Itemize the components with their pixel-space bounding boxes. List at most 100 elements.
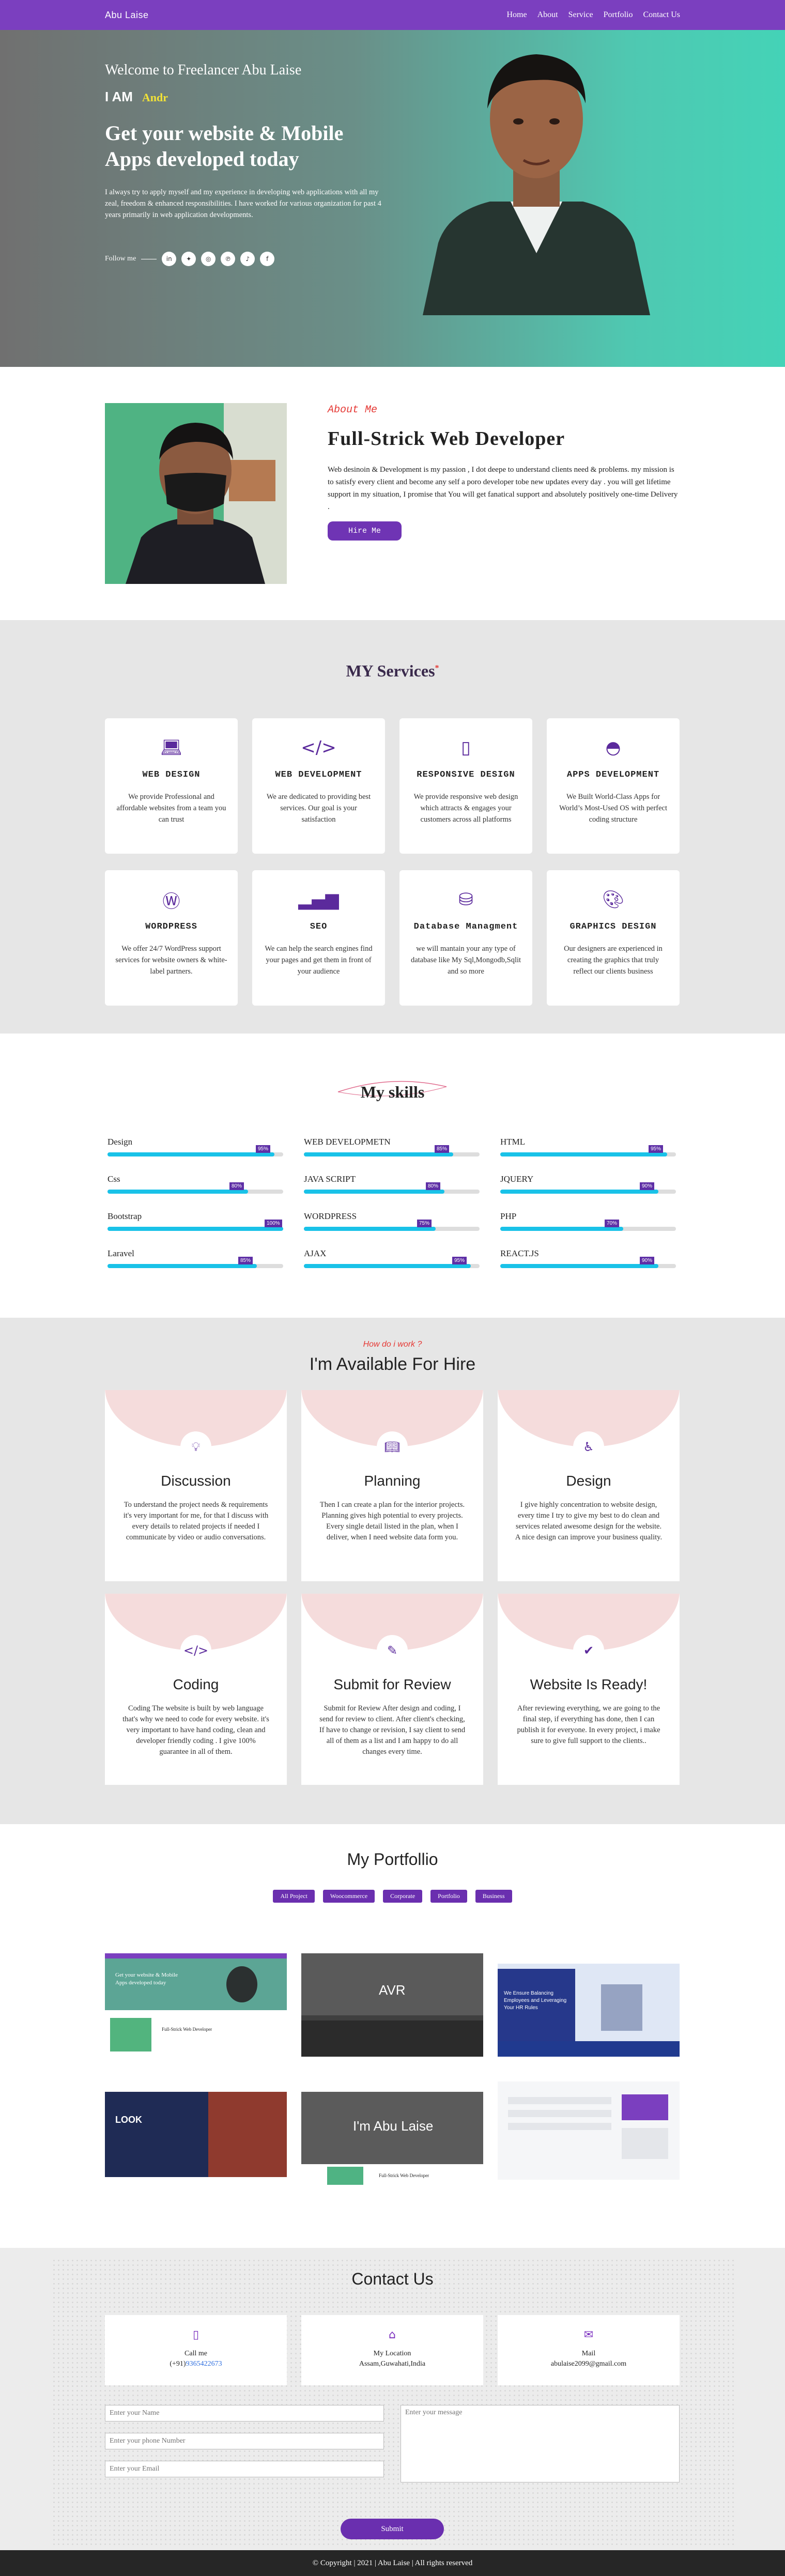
follow-me: Follow me in ✦ ◎ ℗ ♪ f: [105, 252, 394, 266]
top-navbar: Abu Laise Home About Service Portfolio C…: [0, 0, 785, 30]
portfolio-thumbnail: We Ensure Balancing Employees and Levera…: [498, 1953, 680, 2057]
nav-link-contact[interactable]: Contact Us: [643, 10, 680, 20]
twitter-icon[interactable]: ✦: [181, 252, 196, 266]
mobile-icon: ▯: [461, 737, 471, 758]
service-text: we will mantain your any type of databas…: [410, 945, 521, 976]
follow-label: Follow me: [105, 255, 136, 263]
filter-business[interactable]: Business: [475, 1890, 512, 1903]
phone-input[interactable]: [105, 2433, 384, 2449]
nav-link-service[interactable]: Service: [568, 10, 593, 20]
chart-icon: ▂▄▆: [298, 889, 339, 910]
skill-progress-bar: 85%: [304, 1145, 480, 1156]
portfolio-item[interactable]: I'm Abu Laise Full-Strick Web Developer: [301, 2081, 483, 2185]
process-step-title: Coding: [173, 1676, 219, 1692]
process-card: </> Coding Coding The website is built by …: [105, 1594, 287, 1785]
portfolio-item[interactable]: [498, 2081, 680, 2185]
about-section: About Me Full-Strick Web Developer Web d…: [0, 367, 785, 620]
process-step-text: To understand the project needs & requir…: [123, 1501, 269, 1541]
filter-corporate[interactable]: Corporate: [383, 1890, 423, 1903]
message-input[interactable]: [401, 2405, 680, 2482]
portfolio-item[interactable]: Get your website & Mobile Apps developed…: [105, 1953, 287, 2057]
portfolio-item[interactable]: AVR: [301, 1953, 483, 2057]
database-icon: ⛁: [458, 889, 473, 910]
linkedin-icon[interactable]: in: [162, 252, 177, 266]
contact-email[interactable]: abulaise2099@gmail.com: [498, 2360, 680, 2368]
skill-percent: 95%: [649, 1145, 664, 1153]
service-title: APPS DEVELOPMENT: [566, 770, 660, 780]
nav-link-portfolio[interactable]: Portfolio: [604, 10, 633, 20]
skill-item: WEB DEVELOPMETN 85%: [304, 1137, 480, 1156]
process-step-text: Then I can create a plan for the interio…: [319, 1501, 465, 1541]
skill-percent: 85%: [435, 1145, 450, 1153]
service-card[interactable]: ▯ RESPONSIVE DESIGN We provide responsive …: [399, 718, 532, 854]
skill-progress-bar: 95%: [107, 1145, 283, 1156]
code-icon: </>: [180, 1635, 211, 1666]
nav-link-about[interactable]: About: [537, 10, 558, 20]
skill-progress-bar: 85%: [107, 1257, 283, 1268]
skill-percent: 70%: [605, 1220, 620, 1227]
skill-progress-fill: [500, 1152, 667, 1156]
hire-me-button[interactable]: Hire Me: [328, 521, 402, 541]
service-text: We provide Professional and affordable w…: [116, 793, 226, 824]
service-title: Database Managment: [413, 922, 518, 932]
world-map-dots: [52, 2258, 734, 2548]
services-title: MY Services*: [346, 661, 439, 680]
mail-icon: ✉: [583, 2328, 594, 2341]
skill-name: WEB DEVELOPMETN: [304, 1137, 391, 1147]
typed-text: Andr: [142, 91, 168, 104]
svg-text:We Ensure Balancing: We Ensure Balancing: [504, 1991, 553, 1996]
filter-portfolio[interactable]: Portfolio: [430, 1890, 467, 1903]
skill-item: Css 80%: [107, 1174, 283, 1194]
thumb5-caption: Full-Strick Web Developer: [379, 2173, 429, 2178]
nav-link-home[interactable]: Home: [506, 10, 527, 20]
portfolio-item[interactable]: We Ensure Balancing Employees and Levera…: [498, 1953, 680, 2057]
skill-name: JAVA SCRIPT: [304, 1174, 356, 1184]
filter-woocommerce[interactable]: Woocommerce: [322, 1890, 375, 1903]
service-card[interactable]: ▂▄▆ SEO We can help the search engines fin…: [252, 870, 385, 1006]
hero-iam: I AM Andr: [105, 89, 394, 105]
skill-progress-bar: 70%: [500, 1220, 676, 1231]
skill-progress-bar: 75%: [304, 1220, 480, 1231]
skill-progress-fill: [107, 1264, 257, 1268]
facebook-icon[interactable]: f: [260, 252, 275, 266]
email-input[interactable]: [105, 2461, 384, 2477]
contact-card-mail: ✉ Mail abulaise2099@gmail.com: [498, 2315, 680, 2385]
contact-phone[interactable]: (+91)9365422673: [105, 2360, 287, 2368]
portfolio-thumbnail: Get your website & Mobile Apps developed…: [105, 1953, 287, 2057]
name-input[interactable]: [105, 2405, 384, 2421]
portfolio-item[interactable]: LOOK: [105, 2081, 287, 2185]
service-title: WEB DESIGN: [142, 770, 201, 780]
tiktok-icon[interactable]: ♪: [240, 252, 255, 266]
submit-button[interactable]: Submit: [341, 2519, 444, 2539]
pinterest-icon[interactable]: ℗: [221, 252, 236, 266]
skill-progress-fill: [304, 1152, 453, 1156]
skill-item: JAVA SCRIPT 80%: [304, 1174, 480, 1194]
service-card[interactable]: 🎨︎ GRAPHICS DESIGN Our designers are exper…: [547, 870, 680, 1006]
brand-logo[interactable]: Abu Laise: [105, 10, 149, 21]
service-card[interactable]: 💻︎ WEB DESIGN We provide Professional and …: [105, 718, 238, 854]
filter-all[interactable]: All Project: [273, 1890, 315, 1903]
services-section: MY Services* 💻︎ WEB DESIGN We provide Prof…: [0, 620, 785, 1034]
portfolio-thumbnail: LOOK: [105, 2092, 287, 2177]
process-grid: 💡︎ Discussion To understand the project ne…: [105, 1390, 680, 1785]
skill-item: Design 95%: [107, 1137, 283, 1156]
skill-percent: 85%: [238, 1257, 253, 1264]
portfolio-grid: Get your website & Mobile Apps developed…: [105, 1953, 680, 2185]
skill-name: Laravel: [107, 1248, 134, 1258]
hero-text: Welcome to Freelancer Abu Laise I AM Andr…: [105, 62, 394, 266]
service-card[interactable]: Ⓦ WORDPRESS We offer 24/7 WordPress suppor…: [105, 870, 238, 1006]
skill-item: AJAX 95%: [304, 1248, 480, 1268]
thumb1-headline: Get your website & Mobile: [115, 1972, 178, 1978]
laptop-icon: 💻︎: [160, 737, 183, 758]
skill-progress-fill: [304, 1264, 471, 1268]
service-card[interactable]: </> WEB DEVELOPMENT We are dedicated to pr…: [252, 718, 385, 854]
instagram-icon[interactable]: ◎: [201, 252, 216, 266]
skill-name: WORDPRESS: [304, 1211, 357, 1221]
service-card[interactable]: ◓ APPS DEVELOPMENT We Built World-Class Ap…: [547, 718, 680, 854]
portfolio-section: My Portfollio All Project Woocommerce Co…: [0, 1824, 785, 2248]
process-step-title: Planning: [364, 1473, 421, 1489]
service-card[interactable]: ⛁ Database Managment we will mantain your …: [399, 870, 532, 1006]
skills-section: My skills Design 95% WEB DEVELOPMETN 85% HTM…: [0, 1034, 785, 1318]
skill-progress-fill: [500, 1227, 623, 1231]
skill-name: Bootstrap: [107, 1211, 142, 1221]
